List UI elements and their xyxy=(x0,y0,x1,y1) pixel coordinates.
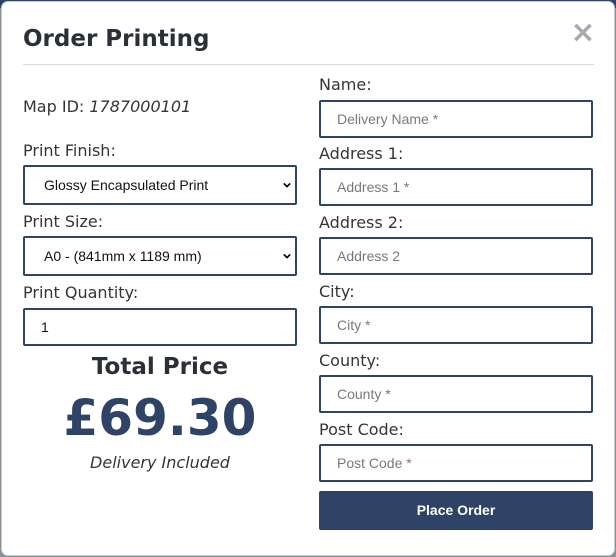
place-order-button[interactable]: Place Order xyxy=(319,491,593,530)
total-price-value: £69.30 xyxy=(63,389,257,447)
address1-label: Address 1: xyxy=(319,144,404,163)
address2-input[interactable] xyxy=(319,237,593,275)
postcode-input[interactable] xyxy=(319,444,593,482)
title-divider xyxy=(23,64,594,65)
address2-label: Address 2: xyxy=(319,213,404,232)
map-id: Map ID: 1787000101 xyxy=(23,97,191,116)
city-input[interactable] xyxy=(319,306,593,344)
print-finish-select[interactable]: Glossy Encapsulated Print xyxy=(23,165,297,205)
county-label: County: xyxy=(319,351,381,370)
county-input[interactable] xyxy=(319,375,593,413)
print-quantity-input[interactable]: 1 xyxy=(23,308,297,346)
name-label: Name: xyxy=(319,75,372,94)
map-id-label: Map ID: xyxy=(23,97,85,116)
order-printing-dialog: Order Printing × Map ID: 1787000101 Prin… xyxy=(2,2,614,555)
total-price-label: Total Price xyxy=(91,354,229,380)
chevron-down-icon xyxy=(283,182,291,188)
print-quantity-label: Print Quantity: xyxy=(23,283,139,302)
chevron-down-icon xyxy=(283,253,291,259)
print-size-select[interactable]: A0 - (841mm x 1189 mm) xyxy=(23,236,297,276)
postcode-label: Post Code: xyxy=(319,420,404,439)
print-finish-selected: Glossy Encapsulated Print xyxy=(44,177,209,193)
address1-input[interactable] xyxy=(319,168,593,206)
delivery-name-input[interactable] xyxy=(319,100,593,138)
map-id-value: 1787000101 xyxy=(89,97,192,116)
city-label: City: xyxy=(319,282,355,301)
dialog-title: Order Printing xyxy=(23,26,210,52)
print-finish-label: Print Finish: xyxy=(23,141,116,160)
print-size-label: Print Size: xyxy=(23,212,104,231)
close-icon[interactable]: × xyxy=(568,18,598,48)
delivery-included-note: Delivery Included xyxy=(90,453,230,472)
print-size-selected: A0 - (841mm x 1189 mm) xyxy=(44,248,202,264)
